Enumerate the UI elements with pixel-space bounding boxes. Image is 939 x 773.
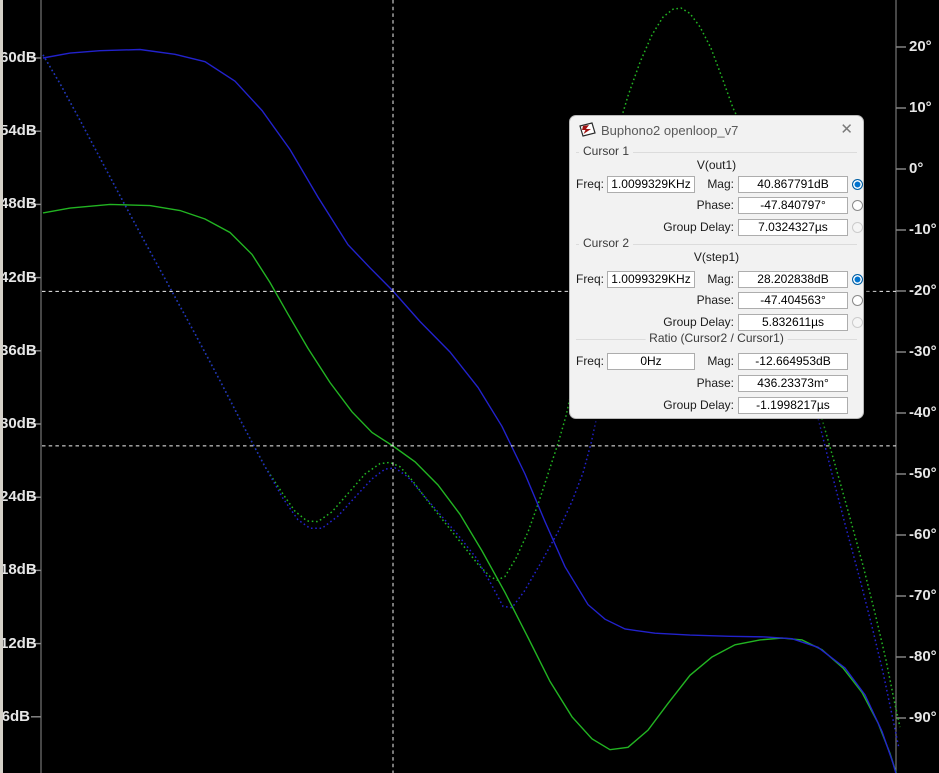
- cursor1-mag-label: Mag:: [707, 177, 734, 191]
- db-tick-label: 30dB: [0, 415, 37, 432]
- cursor1-phase-row: Phase: -47.840797°: [570, 197, 863, 215]
- phase-tick-label: 20°: [909, 38, 932, 55]
- phase-tick-label: -40°: [909, 404, 937, 421]
- ratio-groupdelay-row: Group Delay: -1.1998217µs: [570, 397, 863, 415]
- db-tick-label: 24dB: [0, 488, 37, 506]
- cursor1-mag-row: Freq: 1.0099329KHz Mag: 40.867791dB: [570, 176, 863, 194]
- cursor1-mag-value[interactable]: 40.867791dB: [738, 176, 848, 193]
- window-left-edge: [0, 0, 3, 773]
- cursor1-phase-radio[interactable]: [852, 200, 863, 211]
- phase-tick-label: -50°: [909, 465, 937, 482]
- db-tick-label: 60dB: [0, 49, 37, 66]
- ltspice-logo-icon: [578, 122, 596, 139]
- ratio-group-line: Ratio (Cursor2 / Cursor1): [576, 331, 857, 346]
- db-tick-label: 12dB: [0, 634, 37, 652]
- ratio-mag-label: Mag:: [707, 354, 734, 368]
- cursor-dialog[interactable]: Buphono2 openloop_v7 ✕ Cursor 1 V(out1) …: [569, 115, 864, 419]
- ratio-phase-row: Phase: 436.23373m°: [570, 375, 863, 393]
- cursor2-phase-row: Phase: -47.404563°: [570, 292, 863, 310]
- cursor1-signal: V(out1): [696, 158, 737, 172]
- cursor1-mag-radio[interactable]: [852, 179, 863, 190]
- ratio-phase-value[interactable]: 436.23373m°: [738, 375, 848, 392]
- cursor2-freq-label: Freq:: [575, 272, 604, 286]
- cursor2-groupdelay-label: Group Delay:: [663, 315, 734, 329]
- phase-tick-label: 0°: [909, 160, 924, 177]
- db-tick-label: 36dB: [0, 341, 37, 359]
- ratio-freq-label: Freq:: [575, 354, 604, 368]
- ratio-section-label: Ratio (Cursor2 / Cursor1): [645, 331, 788, 346]
- cursor1-phase-value[interactable]: -47.840797°: [738, 197, 848, 214]
- cursor2-groupdelay-radio[interactable]: [852, 317, 863, 328]
- cursor1-group-line: Cursor 1: [576, 144, 857, 159]
- ratio-mag-row: Freq: 0Hz Mag: -12.664953dB: [570, 353, 863, 371]
- dialog-titlebar[interactable]: Buphono2 openloop_v7 ✕: [570, 116, 863, 144]
- cursor2-group-line: Cursor 2: [576, 236, 857, 251]
- cursor2-phase-value[interactable]: -47.404563°: [738, 292, 848, 309]
- cursor2-mag-value[interactable]: 28.202838dB: [738, 271, 848, 288]
- phase-tick-label: -70°: [909, 587, 937, 604]
- cursor2-groupdelay-row: Group Delay: 5.832611µs: [570, 314, 863, 332]
- cursor1-phase-label: Phase:: [696, 198, 734, 212]
- phase-tick-label: -80°: [909, 648, 937, 665]
- cursor1-groupdelay-radio[interactable]: [852, 222, 863, 233]
- db-tick-label: 48dB: [0, 195, 37, 213]
- phase-tick-label: 10°: [909, 99, 932, 116]
- db-tick-label: 42dB: [0, 268, 37, 286]
- cursor2-phase-label: Phase:: [696, 293, 734, 307]
- cursor2-signal: V(step1): [693, 250, 740, 264]
- ratio-groupdelay-value[interactable]: -1.1998217µs: [738, 397, 848, 414]
- phase-tick-label: -10°: [909, 221, 937, 238]
- cursor1-section-label: Cursor 1: [579, 144, 634, 159]
- cursor2-groupdelay-value[interactable]: 5.832611µs: [738, 314, 848, 331]
- dialog-title: Buphono2 openloop_v7: [601, 123, 739, 138]
- cursor2-mag-row: Freq: 1.0099329KHz Mag: 28.202838dB: [570, 271, 863, 289]
- ratio-groupdelay-label: Group Delay:: [663, 398, 734, 412]
- ltspice-waveform-pane: 60dB 54dB 48dB 42dB 36dB 30dB 24dB 18dB 12dB 6dB 2…: [0, 0, 939, 773]
- cursor1-groupdelay-row: Group Delay: 7.0324327µs: [570, 219, 863, 237]
- db-tick-label: 54dB: [0, 122, 37, 140]
- ratio-phase-label: Phase:: [696, 376, 734, 390]
- db-tick-label: 18dB: [0, 561, 37, 579]
- phase-tick-label: -90°: [909, 709, 937, 726]
- cursor1-groupdelay-label: Group Delay:: [663, 220, 734, 234]
- phase-tick-label: -60°: [909, 526, 937, 543]
- phase-tick-label: -20°: [909, 282, 937, 299]
- cursor1-groupdelay-value[interactable]: 7.0324327µs: [738, 219, 848, 236]
- db-tick-label: 6dB: [1, 707, 30, 725]
- phase-tick-label: -30°: [909, 343, 937, 360]
- ratio-mag-value[interactable]: -12.664953dB: [738, 353, 848, 370]
- cursor2-section-label: Cursor 2: [579, 236, 634, 251]
- cursor2-phase-radio[interactable]: [852, 295, 863, 306]
- cursor2-mag-label: Mag:: [707, 272, 734, 286]
- cursor1-freq-label: Freq:: [575, 177, 604, 191]
- close-icon[interactable]: ✕: [840, 120, 853, 138]
- cursor2-mag-radio[interactable]: [852, 274, 863, 285]
